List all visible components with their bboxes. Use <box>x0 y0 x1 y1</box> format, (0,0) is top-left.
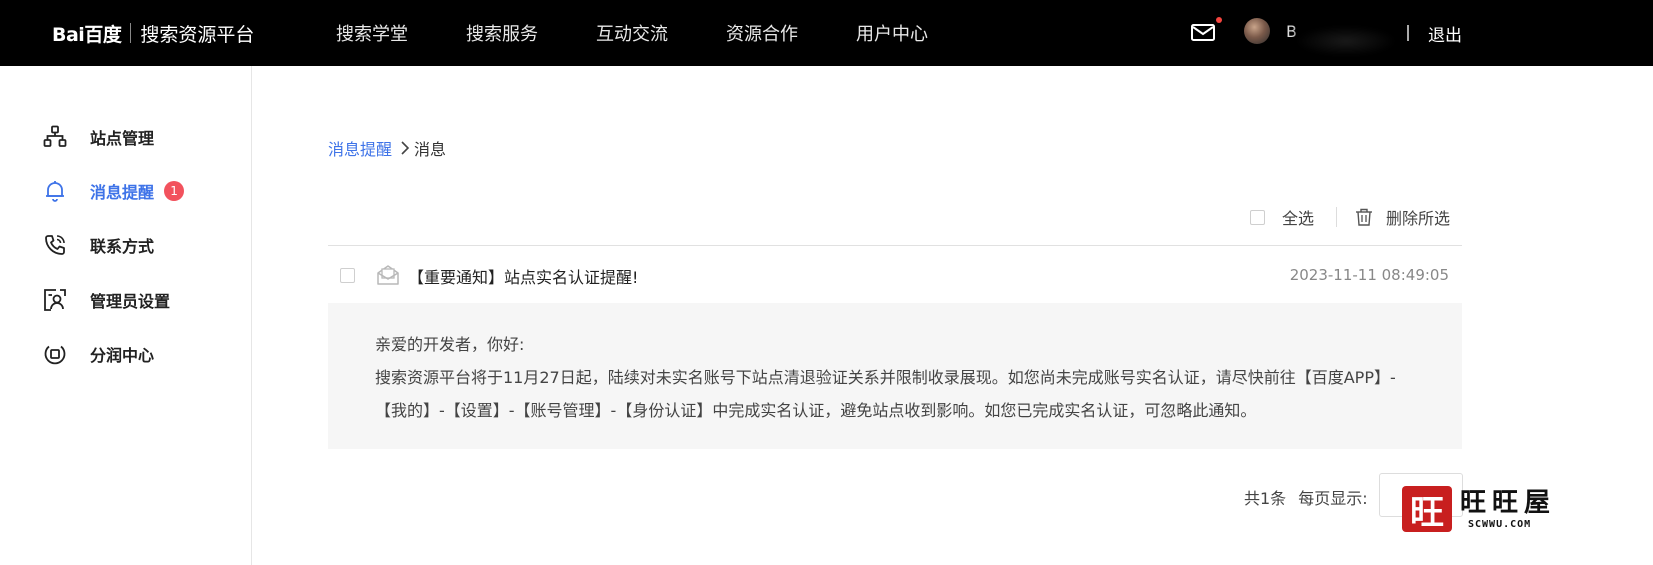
trash-icon[interactable] <box>1355 208 1373 226</box>
breadcrumb-parent[interactable]: 消息提醒 <box>328 136 392 160</box>
per-page-label: 每页显示: <box>1298 489 1368 508</box>
logo-separator <box>130 23 132 43</box>
delete-selected-button[interactable]: 删除所选 <box>1386 205 1450 229</box>
unread-badge: 1 <box>164 181 185 201</box>
message-toolbar: 全选 删除所选 <box>1250 204 1450 230</box>
message-text-line: 搜索资源平台将于11月27日起，陆续对未实名账号下站点清退验证关系并限制收录展现… <box>375 368 1396 387</box>
logout-link[interactable]: 退出 <box>1428 21 1462 46</box>
sidebar-item-label: 消息提醒 <box>90 183 155 202</box>
sidebar: 站点管理 消息提醒 1 联系方式 管理员设置 分润中心 <box>0 66 252 565</box>
sidebar-item-label: 站点管理 <box>90 129 155 148</box>
admin-icon <box>42 287 68 313</box>
nav-item-user-center[interactable]: 用户中心 <box>856 20 928 46</box>
sidebar-item-revenue[interactable]: 分润中心 <box>42 339 154 369</box>
watermark: 旺 旺旺屋 SCWWU.COM <box>1402 486 1650 534</box>
message-checkbox[interactable] <box>340 268 355 283</box>
sidebar-item-label: 管理员设置 <box>90 292 171 311</box>
message-timestamp: 2023-11-11 08:49:05 <box>1289 266 1449 284</box>
message-row[interactable]: 【重要通知】站点实名认证提醒! 2023-11-11 08:49:05 <box>328 247 1462 303</box>
toolbar-divider <box>1336 207 1338 227</box>
nav-item-learn[interactable]: 搜索学堂 <box>336 20 408 46</box>
breadcrumb: 消息提醒 消息 <box>328 136 446 160</box>
phone-icon <box>42 232 68 258</box>
username-redaction <box>1296 26 1396 56</box>
revenue-icon <box>42 341 68 367</box>
avatar[interactable] <box>1244 18 1270 44</box>
message-title[interactable]: 【重要通知】站点实名认证提醒! <box>408 264 638 288</box>
message-body: 亲爱的开发者，你好: 搜索资源平台将于11月27日起，陆续对未实名账号下站点清退… <box>328 303 1462 449</box>
logo-text: Bai百度 <box>52 23 122 46</box>
bell-icon <box>42 178 68 204</box>
nav-item-services[interactable]: 搜索服务 <box>466 20 538 46</box>
sitemap-icon <box>42 124 68 150</box>
user-separator <box>1407 25 1409 41</box>
list-divider <box>328 245 1462 246</box>
mail-glyph <box>1191 24 1215 41</box>
logo-mark: Bai百度 <box>52 20 122 47</box>
baidu-logo[interactable]: Bai百度 搜索资源平台 <box>52 10 254 56</box>
watermark-name: 旺旺屋 <box>1460 488 1557 518</box>
sidebar-item-contact[interactable]: 联系方式 <box>42 230 154 260</box>
watermark-seal: 旺 <box>1402 486 1452 533</box>
opened-envelope-icon <box>377 265 399 285</box>
chevron-right-icon <box>401 141 410 155</box>
message-text-line: 【我的】-【设置】-【账号管理】-【身份认证】中完成实名认证，避免站点收到影响。… <box>375 401 1257 420</box>
sidebar-item-label: 分润中心 <box>90 346 155 365</box>
pagination: 共1条 每页显示: <box>1244 485 1368 509</box>
top-nav-bar: Bai百度 搜索资源平台 搜索学堂 搜索服务 互动交流 资源合作 用户中心 B … <box>0 0 1653 66</box>
sidebar-item-messages[interactable]: 消息提醒 1 <box>42 176 185 206</box>
watermark-url: SCWWU.COM <box>1468 519 1532 530</box>
nav-item-community[interactable]: 互动交流 <box>596 20 668 46</box>
sidebar-item-site-management[interactable]: 站点管理 <box>42 122 154 152</box>
mail-icon[interactable] <box>1190 17 1222 44</box>
notification-dot <box>1216 17 1222 23</box>
message-greeting: 亲爱的开发者，你好: <box>375 335 525 354</box>
sidebar-item-label: 联系方式 <box>90 237 155 256</box>
select-all-label[interactable]: 全选 <box>1282 205 1314 229</box>
sidebar-item-admin-settings[interactable]: 管理员设置 <box>42 285 170 315</box>
main-nav: 搜索学堂 搜索服务 互动交流 资源合作 用户中心 <box>336 0 986 66</box>
total-count: 共1条 <box>1244 489 1287 508</box>
select-all-checkbox[interactable] <box>1250 209 1265 225</box>
nav-item-cooperation[interactable]: 资源合作 <box>726 20 798 46</box>
platform-name: 搜索资源平台 <box>140 23 255 46</box>
breadcrumb-current: 消息 <box>414 140 447 159</box>
